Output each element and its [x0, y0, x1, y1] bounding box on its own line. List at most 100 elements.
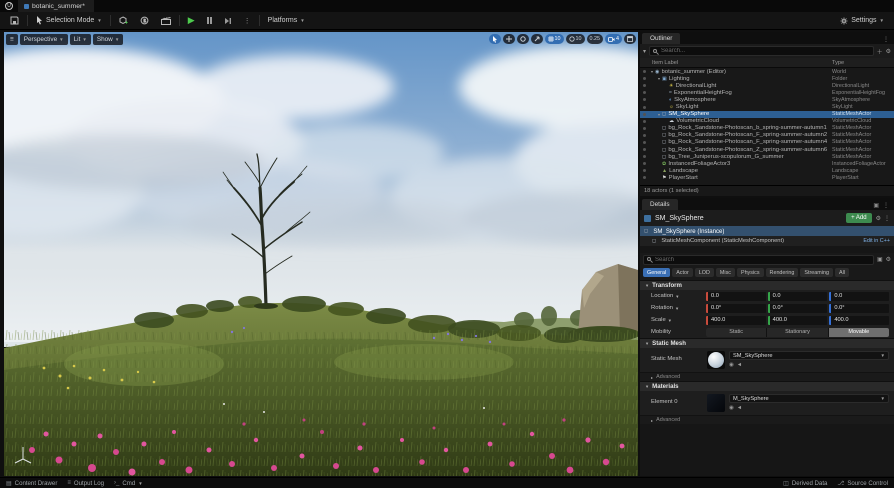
mobility-option-static[interactable]: Static	[706, 328, 767, 337]
maximize-viewport-button[interactable]	[624, 34, 636, 44]
kebab-icon[interactable]: ⋮	[883, 36, 889, 43]
filter-chip-rendering[interactable]: Rendering	[766, 268, 799, 277]
skip-button[interactable]	[220, 14, 236, 27]
scale-tool-button[interactable]	[531, 34, 543, 44]
filter-chip-misc[interactable]: Misc	[716, 268, 735, 277]
scale-z-field[interactable]: 400.0	[829, 316, 889, 325]
details-view-options-icon[interactable]: ▣	[877, 256, 883, 263]
outliner-row[interactable]: ◐SkyAtmosphereSkyAtmosphere	[640, 96, 894, 103]
outliner-row[interactable]: ☁VolumetricCloudVolumetricCloud	[640, 118, 894, 125]
column-item-label[interactable]: Item Label	[652, 60, 832, 66]
filter-chip-physics[interactable]: Physics	[737, 268, 764, 277]
outliner-row[interactable]: ▾◻SM_SkySphereStaticMeshActor	[640, 111, 894, 118]
visibility-eye-icon[interactable]	[640, 98, 649, 101]
grid-snap-button[interactable]: 10	[545, 34, 564, 44]
visibility-eye-icon[interactable]	[640, 155, 649, 158]
visibility-eye-icon[interactable]	[640, 113, 649, 116]
visibility-eye-icon[interactable]	[640, 77, 649, 80]
lock-icon[interactable]: ▣	[873, 202, 879, 209]
details-settings-icon[interactable]: ⚙	[886, 256, 891, 263]
scale-label[interactable]: Scale▼	[651, 317, 703, 323]
rotation-y-field[interactable]: 0.0°	[768, 304, 828, 313]
outliner-row[interactable]: ◻bg_Tree_Juniperus-scopulorum_G_summerSt…	[640, 153, 894, 160]
cmd-console-dropdown[interactable]: ›_ Cmd ▼	[114, 480, 143, 487]
visibility-eye-icon[interactable]	[640, 106, 649, 109]
filter-chip-streaming[interactable]: Streaming	[800, 268, 833, 277]
visibility-eye-icon[interactable]	[640, 148, 649, 151]
scale-x-field[interactable]: 400.0	[706, 316, 766, 325]
source-control-button[interactable]: ⎇ Source Control	[837, 480, 888, 487]
outliner-row[interactable]: ◻bg_Rock_Sandstone-Photoscan_b_spring-su…	[640, 125, 894, 132]
level-scene[interactable]	[4, 32, 638, 476]
viewport-3d[interactable]: ≡ Perspective ▼ Lit ▼ Show ▼	[4, 32, 638, 476]
filter-chip-lod[interactable]: LOD	[695, 268, 714, 277]
outliner-row[interactable]: ▾▣LightingFolder	[640, 75, 894, 82]
scale-y-field[interactable]: 400.0	[768, 316, 828, 325]
filter-chip-all[interactable]: All	[835, 268, 849, 277]
viewport-options-button[interactable]: ≡	[6, 34, 18, 45]
rotation-label[interactable]: Rotation▼	[651, 305, 703, 311]
location-x-field[interactable]: 0.0	[706, 292, 766, 301]
save-button[interactable]	[6, 14, 23, 27]
rotation-z-field[interactable]: 0.0°	[829, 304, 889, 313]
show-dropdown[interactable]: Show ▼	[93, 34, 123, 45]
section-transform[interactable]: ▼ Transform	[640, 280, 894, 290]
section-materials[interactable]: ▼ Materials	[640, 381, 894, 391]
visibility-eye-icon[interactable]	[640, 141, 649, 144]
pause-button[interactable]	[203, 14, 216, 27]
outliner-settings-icon[interactable]: ⚙	[886, 48, 891, 55]
play-options-button[interactable]: ⋮	[240, 14, 255, 27]
visibility-eye-icon[interactable]	[640, 162, 649, 165]
outliner-row[interactable]: ☀DirectionalLightDirectionalLight	[640, 82, 894, 89]
edit-in-cpp-link[interactable]: Edit in C++	[863, 238, 890, 244]
scale-snap-button[interactable]: 0.25	[587, 34, 604, 44]
component-row-instance[interactable]: ◻ SM_SkySphere (Instance)	[640, 226, 894, 236]
output-log-button[interactable]: ≡ Output Log	[67, 480, 104, 487]
visibility-eye-icon[interactable]	[640, 91, 649, 94]
outliner-filter-dropdown[interactable]: ▾	[643, 48, 646, 55]
outliner-search-input[interactable]	[661, 48, 870, 54]
camera-speed-button[interactable]: 4	[605, 34, 622, 44]
location-label[interactable]: Location▼	[651, 293, 703, 299]
visibility-eye-icon[interactable]	[640, 134, 649, 137]
rotation-x-field[interactable]: 0.0°	[706, 304, 766, 313]
outliner-row[interactable]: ◻bg_Rock_Sandstone-Photoscan_Z_spring-su…	[640, 146, 894, 153]
move-tool-button[interactable]	[503, 34, 515, 44]
outliner-row[interactable]: ≈ExponentialHeightFogExponentialHeightFo…	[640, 89, 894, 96]
use-selected-asset-icon[interactable]: ◄	[737, 405, 742, 411]
play-button[interactable]: ▶	[184, 14, 199, 27]
gear-icon[interactable]: ⚙	[876, 215, 881, 222]
editor-mode-dropdown[interactable]: Selection Mode ▼	[32, 14, 106, 27]
component-row-staticmesh[interactable]: ◻ StaticMeshComponent (StaticMeshCompone…	[640, 236, 894, 246]
details-search-input[interactable]	[655, 257, 870, 263]
outliner-row[interactable]: ◻bg_Rock_Sandstone-Photoscan_F_spring-su…	[640, 132, 894, 139]
tab-details[interactable]: Details	[642, 199, 678, 210]
visibility-eye-icon[interactable]	[640, 120, 649, 123]
material-asset-dropdown[interactable]: M_SkySphere ▼	[729, 394, 889, 403]
advanced-expander[interactable]: ▸ Advanced	[640, 415, 894, 424]
location-z-field[interactable]: 0.0	[829, 292, 889, 301]
outliner-add-icon[interactable]: ＋	[877, 47, 883, 56]
material-thumbnail[interactable]	[707, 394, 725, 412]
blueprints-button[interactable]	[136, 14, 153, 27]
content-drawer-button[interactable]: ▤ Content Drawer	[6, 480, 57, 487]
static-mesh-asset-dropdown[interactable]: SM_SkySphere ▼	[729, 351, 889, 360]
static-mesh-thumbnail[interactable]	[707, 351, 725, 369]
outliner-row[interactable]: ▲LandscapeLandscape	[640, 167, 894, 174]
filter-chip-actor[interactable]: Actor	[672, 268, 693, 277]
filter-chip-general[interactable]: General	[643, 268, 670, 277]
kebab-icon[interactable]: ⋮	[884, 215, 890, 222]
visibility-eye-icon[interactable]	[640, 127, 649, 130]
outliner-row[interactable]: ✿InstancedFoliageActor3InstancedFoliageA…	[640, 160, 894, 167]
settings-dropdown[interactable]: Settings ▼	[836, 14, 888, 27]
outliner-row[interactable]: ⚑PlayerStartPlayerStart	[640, 174, 894, 181]
select-tool-button[interactable]	[489, 34, 501, 44]
browse-to-asset-icon[interactable]: ◉	[729, 362, 734, 368]
perspective-dropdown[interactable]: Perspective ▼	[20, 34, 68, 45]
rotation-snap-button[interactable]: 10	[566, 34, 585, 44]
location-y-field[interactable]: 0.0	[768, 292, 828, 301]
outliner-row[interactable]: ◻bg_Rock_Sandstone-Photoscan_F_spring-su…	[640, 139, 894, 146]
advanced-expander[interactable]: ▸ Advanced	[640, 372, 894, 381]
derived-data-button[interactable]: ◫ Derived Data	[783, 480, 827, 487]
add-component-button[interactable]: + Add	[846, 213, 872, 223]
